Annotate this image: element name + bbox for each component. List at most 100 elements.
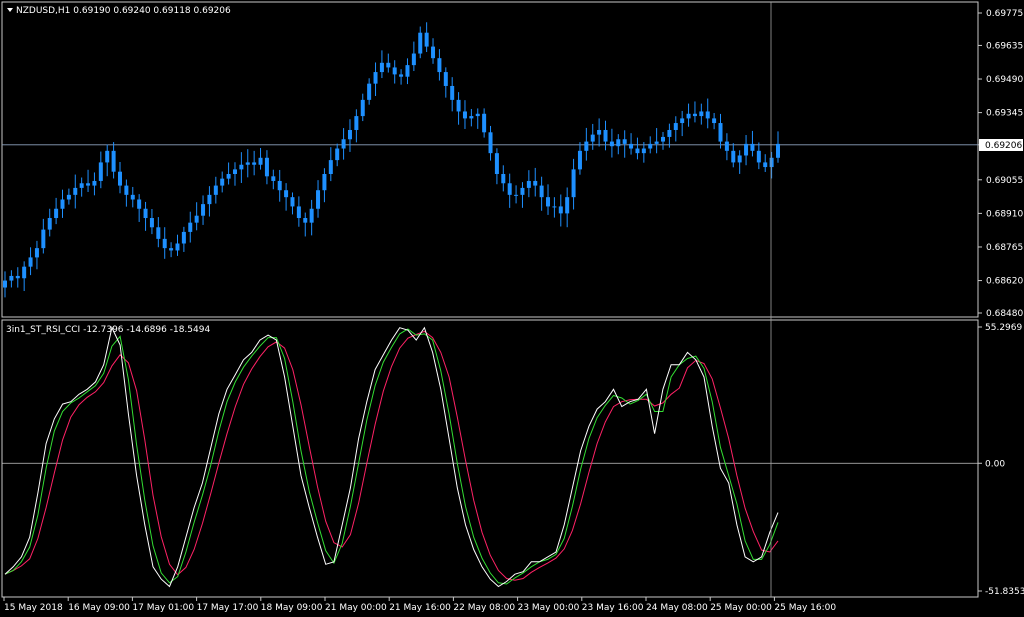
candle-body	[9, 275, 14, 281]
candle-body	[648, 143, 653, 149]
candle-body	[79, 183, 84, 188]
candle-body	[252, 162, 257, 165]
candle-body	[622, 139, 627, 144]
candle-body	[712, 118, 717, 124]
candle-body	[750, 143, 755, 151]
candle-body	[367, 83, 372, 100]
candle-body	[92, 180, 97, 186]
candle-body	[98, 162, 103, 181]
triangle-down-icon[interactable]	[7, 8, 13, 12]
candle-body	[475, 113, 480, 117]
candle-body	[284, 190, 289, 198]
candle-body	[405, 65, 410, 77]
chart-window[interactable]: 0.69775 0.69635 0.69490 0.69345 0.69055 0.689…	[0, 0, 1024, 617]
candle-body	[264, 157, 269, 177]
candle-body	[245, 162, 250, 165]
candle-body	[756, 150, 761, 163]
candle-body	[424, 32, 429, 47]
candle-body	[718, 123, 723, 142]
candle-body	[584, 141, 589, 151]
candle-body	[137, 199, 142, 209]
candle-body	[130, 194, 135, 200]
price-tick-label: 0.69775	[986, 9, 1023, 19]
price-tick-label: 0.69635	[986, 41, 1023, 51]
axes: 0.69775 0.69635 0.69490 0.69345 0.69055 0.689…	[3, 9, 1024, 613]
candle-body	[149, 218, 154, 228]
candle-body	[309, 208, 314, 223]
candle-body	[546, 197, 551, 207]
candle-body	[776, 143, 780, 158]
main-panel-frame	[1, 1, 979, 318]
candle-body	[207, 194, 212, 205]
candle-body	[494, 153, 499, 175]
candle-body	[462, 111, 467, 119]
candle-body	[507, 183, 512, 195]
candle-body	[143, 208, 148, 219]
candle-body	[220, 178, 225, 186]
candle-body	[392, 67, 397, 75]
candle-body	[277, 180, 282, 191]
candle-body	[533, 180, 538, 186]
candle-body	[316, 190, 321, 209]
candle-body	[360, 99, 365, 117]
time-tick-label: 23 May 00:00	[518, 603, 580, 613]
candle-body	[169, 248, 174, 251]
candle-body	[577, 150, 582, 170]
candle-body	[347, 129, 352, 140]
time-tick-label: 21 May 16:00	[389, 603, 451, 613]
candle-body	[539, 185, 544, 198]
candle-body	[335, 148, 340, 161]
candle-body	[590, 134, 595, 142]
candle-body	[341, 139, 346, 149]
candle-body	[731, 150, 736, 163]
candle-body	[769, 157, 774, 168]
candle-body	[520, 187, 525, 195]
time-tick-label: 17 May 01:00	[132, 603, 194, 613]
candle-body	[603, 129, 608, 142]
candle-body	[763, 162, 768, 168]
candle-body	[673, 123, 678, 130]
candle-body	[456, 99, 461, 112]
candle-body	[616, 139, 621, 147]
price-tick-label: 0.68910	[986, 209, 1023, 219]
time-tick-label: 16 May 09:00	[68, 603, 130, 613]
candle-body	[232, 169, 237, 175]
price-tick-label: 0.68765	[986, 243, 1023, 253]
indicator-tick-label: -51.8353	[985, 587, 1024, 597]
candle-body	[514, 194, 519, 196]
candle-body	[322, 174, 327, 191]
candle-body	[629, 143, 634, 149]
candle-body	[290, 197, 295, 207]
candle-body	[213, 185, 218, 195]
candle-body	[22, 266, 27, 279]
price-plot-area[interactable]	[2, 22, 978, 298]
candle-body	[111, 150, 116, 172]
time-tick-label: 24 May 08:00	[646, 603, 708, 613]
candle-body	[41, 229, 46, 249]
time-tick-label: 23 May 16:00	[582, 603, 644, 613]
candle-body	[686, 113, 691, 119]
candle-body	[15, 275, 20, 279]
candle-body	[565, 197, 570, 214]
candle-body	[501, 174, 506, 184]
candle-body	[201, 204, 206, 216]
trading-chart[interactable]: 0.69775 0.69635 0.69490 0.69345 0.69055 0.689…	[0, 0, 1024, 617]
candle-body	[641, 148, 646, 154]
candle-body	[271, 176, 276, 181]
candle-body	[181, 231, 186, 244]
candle-body	[54, 208, 59, 219]
indicator-tick-label: 55.2969	[985, 323, 1022, 333]
indicator-plot-area[interactable]	[2, 326, 978, 588]
candle-body	[60, 199, 65, 209]
candle-body	[162, 238, 167, 249]
price-tick-label: 0.69345	[986, 109, 1023, 119]
candle-body	[654, 141, 659, 144]
candle-body	[431, 46, 436, 59]
candle-body	[194, 215, 199, 223]
time-tick-label: 15 May 2018	[4, 603, 63, 613]
candle-body	[399, 74, 404, 77]
candle-body	[437, 58, 442, 73]
candle-body	[328, 160, 333, 175]
time-tick-label: 22 May 08:00	[453, 603, 515, 613]
indicator-header: 3in1_ST_RSI_CCI -12.7396 -14.6896 -18.54…	[6, 325, 210, 335]
